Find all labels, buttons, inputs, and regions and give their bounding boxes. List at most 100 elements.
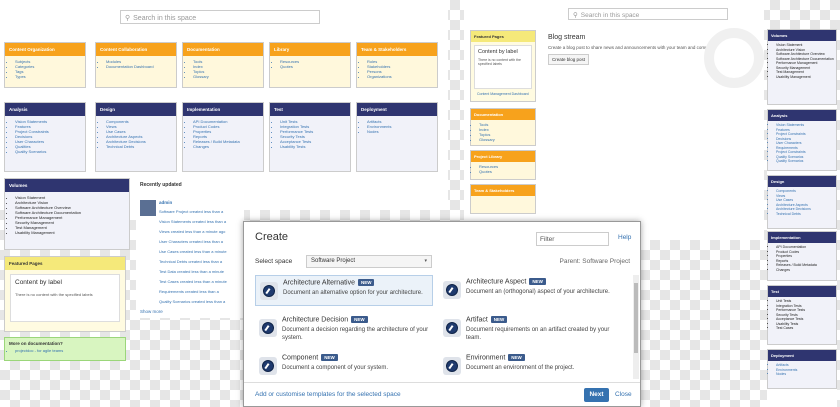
template-desc: Document an environment of the project. [466,365,575,371]
template-desc: Document a decision regarding the archit… [282,327,429,341]
template-icon [443,319,461,337]
middle-dashboard: ⚲ Search in this space Featured Pages Co… [464,0,764,240]
card-row2-3: TestUnit TestsIntegration TestsPerforman… [269,102,351,172]
create-blog-button[interactable]: Create blog post [548,54,590,65]
template-title: Architecture Alternative [283,279,355,287]
list-item[interactable]: Nodes [367,129,437,134]
blog-title: Blog stream [548,34,586,41]
recent-item[interactable]: Requirements created less than a [159,287,227,297]
rss-icon [704,28,764,88]
list-item[interactable]: Glossary [479,137,535,142]
avatar [140,200,156,216]
list-item[interactable]: Quality Scenarios [15,149,85,154]
search-icon: ⚲ [573,12,578,19]
template-item[interactable]: Component NEW Document a component of your… [255,351,433,379]
template-item[interactable]: Architecture Decision NEW Document a decis… [255,313,433,344]
middle-search-input[interactable]: ⚲ Search in this space [568,8,728,20]
recent-item[interactable]: Test Data created less than a minute [159,267,227,277]
scrollbar[interactable] [633,275,639,379]
next-button[interactable]: Next [584,388,609,402]
show-more-link[interactable]: Show more [140,309,163,314]
list-item[interactable]: Technical Debts [106,144,176,149]
filter-input[interactable]: Filter [536,232,609,246]
list-item[interactable]: Organizations [367,74,437,79]
new-badge: NEW [529,278,546,285]
create-dialog: Create Filter Help Select space Software… [243,221,641,407]
list-item[interactable]: Quotes [280,64,350,69]
template-desc: Document a component of your system. [282,365,389,371]
card-row2-1: DesignComponentsViewsUse CasesArchitectu… [95,102,177,172]
recent-item[interactable]: Vision Statements created less than a [159,217,227,227]
list-item[interactable]: Glossary [193,74,263,79]
card-row1-4-title: Team & Stakeholders [357,43,437,56]
list-item[interactable]: Usability Tests [280,144,350,149]
list-item[interactable]: Types [15,74,85,79]
new-badge: NEW [490,316,508,323]
featured-title: Featured Pages [5,257,125,270]
featured-pages: Featured Pages Content by label There is… [4,256,126,332]
list-item[interactable]: Nodes [776,372,836,377]
featured-box-text: There is no content with the specified l… [15,292,93,297]
select-space-label: Select space [255,258,293,265]
chevron-down-icon: ▾ [424,258,427,264]
close-button[interactable]: Close [615,391,632,398]
card-row1-0-title: Content Organization [5,43,85,56]
list-item[interactable]: Quotes [479,169,535,174]
list-item[interactable]: Changes [193,144,263,149]
recent-item[interactable]: Use Cases created less than a minute [159,247,227,257]
template-desc: Document an (orthogonal) aspect of your … [466,289,610,295]
space-select[interactable]: Software Project ▾ [306,255,432,268]
recent-item[interactable]: User Characters created less than a [159,237,227,247]
template-desc: Document an alternative option for your … [283,290,423,296]
card-row1-2-title: Documentation [183,43,263,56]
template-title: Artifact [466,316,488,324]
card-row2-3-title: Test [270,103,350,116]
template-icon [443,357,461,375]
template-item[interactable]: Environment NEW Document an environment of… [439,351,617,379]
right-sidebar: VolumesVision StatementArchitecture Visi… [767,29,837,407]
card-row2-4-title: Deployment [357,103,437,116]
template-item[interactable]: Architecture Alternative NEW Document an a… [255,275,433,306]
template-grid: Architecture Alternative NEW Document an a… [255,275,630,379]
recent-item[interactable]: Views created less than a minute ago [159,227,227,237]
template-item[interactable]: Architecture Aspect NEW Document an (ortho… [439,275,617,306]
list-item[interactable]: Changes [776,268,836,273]
search-input[interactable]: ⚲ Search in this space [120,10,320,24]
template-title: Environment [466,354,506,362]
projectdoc-link[interactable]: projectdoc - for agile teams [15,348,125,353]
template-icon [443,281,461,299]
featured-box-title: Content by label [15,279,62,286]
card-row2-2-title: Implementation [183,103,263,116]
card-row2-2: ImplementationAPI DocumentationProduct C… [182,102,264,172]
template-item[interactable]: Artifact NEW Document requirements on an a… [439,313,617,344]
middle-documentation: Documentation ToolsIndexTopicsGlossary [470,108,536,146]
middle-featured: Featured Pages Content by label There is… [470,30,536,102]
right-deployment: DeploymentArtifactsEnvironmentsNodes [767,349,837,389]
card-row2-0-title: Analysis [5,103,85,116]
dialog-title: Create [255,231,289,243]
list-item[interactable]: Usability Management [15,230,129,235]
recent-item[interactable]: Test Cases created less than a minute [159,277,227,287]
template-title: Component [282,354,319,362]
list-item[interactable]: Usability Management [776,75,836,80]
recent-item[interactable]: Quality Scenarios created less than a [159,297,227,307]
help-link[interactable]: Help [618,234,631,241]
card-row2-4: DeploymentArtifactsEnvironmentsNodes [356,102,438,172]
search-icon: ⚲ [125,15,131,22]
card-row1-1: Content CollaborationModulesDocumentatio… [95,42,177,88]
customise-templates-link[interactable]: Add or customise templates for the selec… [255,391,401,398]
new-badge: NEW [508,354,525,361]
right-test: TestUnit TestsIntegration TestsPerforman… [767,285,837,345]
card-row2-1-title: Design [96,103,176,116]
recent-item[interactable]: Technical Debts created less than a [159,257,227,267]
list-item[interactable]: Documentation Dashboard [106,64,176,69]
right-implementation: ImplementationAPI DocumentationProduct C… [767,231,837,281]
list-item[interactable]: Test Cases [776,326,836,331]
new-badge: NEW [351,316,368,323]
card-row1-3: LibraryResourcesQuotes [269,42,351,88]
list-item[interactable]: Quality Scenarios [776,159,836,164]
parent-label: Parent: Software Project [559,258,630,265]
template-desc: Document requirements on an artifact cre… [466,327,610,341]
list-item[interactable]: Technical Debts [776,212,836,217]
recent-item[interactable]: Software Project created less than a [159,207,227,217]
